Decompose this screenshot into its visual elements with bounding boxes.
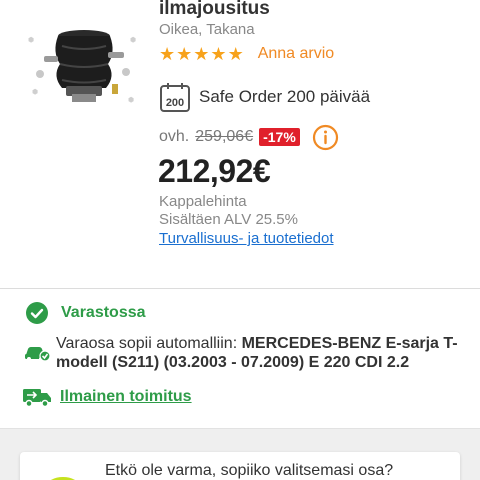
calendar-icon-number: 200	[166, 97, 184, 109]
free-delivery-row: Ilmainen toimitus	[22, 386, 192, 408]
star-icon: ★	[176, 44, 193, 64]
svg-text:⬢: ⬢	[128, 96, 134, 104]
svg-text:⬢: ⬢	[28, 36, 34, 44]
svg-text:⬢: ⬢	[32, 88, 38, 96]
star-icon: ★	[210, 44, 227, 64]
stock-status: Varastossa	[26, 302, 146, 324]
vat-label: Sisältäen ALV 25.5%	[159, 211, 298, 228]
free-delivery-link[interactable]: Ilmainen toimitus	[60, 388, 192, 406]
rating-stars[interactable]: ★ ★ ★ ★ ★	[159, 44, 244, 64]
help-question: Etkö ole varma, sopiiko valitsemasi osa?	[105, 462, 394, 479]
safe-order-row[interactable]: 200 Safe Order 200 päivää	[159, 81, 370, 113]
calendar-icon: 200	[159, 81, 191, 113]
section-divider	[0, 288, 480, 289]
product-position: Oikea, Takana	[159, 21, 255, 38]
help-part-icon	[46, 474, 80, 480]
svg-text:⬢: ⬢	[130, 36, 136, 44]
old-price-prefix: ovh.	[159, 128, 190, 145]
check-circle-icon	[26, 302, 48, 324]
unit-price-label: Kappalehinta	[159, 193, 247, 210]
product-title: ilmajousitus	[159, 0, 270, 19]
old-price: 259,06€	[195, 128, 254, 145]
rating-row: ★ ★ ★ ★ ★ Anna arvio	[159, 44, 334, 64]
vehicle-fit-prefix: Varaosa sopii automalliin:	[56, 335, 242, 352]
part-help-card[interactable]: Etkö ole varma, sopiiko valitsemasi osa?	[20, 452, 460, 480]
info-icon[interactable]	[312, 124, 339, 151]
star-icon: ★	[193, 44, 210, 64]
stock-label: Varastossa	[61, 304, 146, 321]
car-check-icon	[24, 343, 51, 363]
product-image[interactable]: ⬢ ⬢ ⬢ ⬢	[22, 22, 144, 108]
current-price: 212,92€	[158, 153, 271, 189]
old-price-row: ovh. 259,06€ -17%	[159, 128, 300, 146]
truck-icon	[22, 386, 52, 408]
safe-order-label: Safe Order 200 päivää	[199, 87, 371, 106]
vehicle-fit-text: Varaosa sopii automalliin: MERCEDES-BENZ…	[56, 334, 466, 372]
safety-info-link[interactable]: Turvallisuus- ja tuotetiedot	[159, 230, 334, 247]
discount-badge: -17%	[259, 128, 300, 146]
write-review-link[interactable]: Anna arvio	[258, 45, 335, 63]
star-icon: ★	[159, 44, 176, 64]
star-icon: ★	[227, 44, 244, 64]
